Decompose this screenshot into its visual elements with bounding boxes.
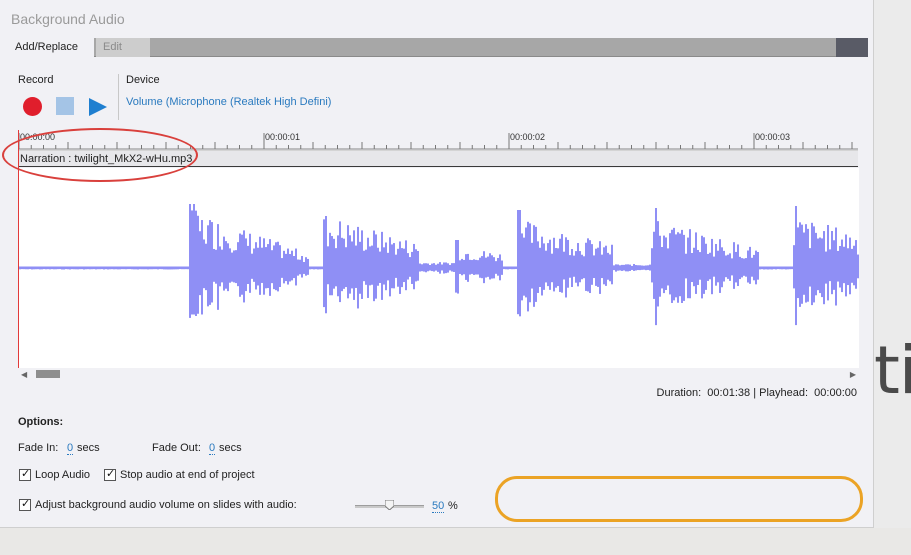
tab-bar: Add/Replace Edit — [8, 38, 868, 58]
adjust-volume-checkbox[interactable]: ✓ — [19, 498, 31, 511]
narration-track-label[interactable]: Narration : twilight_MkX2-wHu.mp3 — [18, 150, 858, 167]
check-icon: ✓ — [106, 468, 116, 480]
tab-bar-end — [836, 38, 868, 57]
volume-slider-thumb[interactable] — [385, 500, 394, 510]
tab-edit[interactable]: Edit — [96, 38, 150, 57]
device-selector-link[interactable]: Volume (Microphone (Realtek High Defini) — [126, 96, 331, 108]
check-icon: ✓ — [21, 498, 31, 510]
loop-audio-checkbox[interactable]: ✓ — [19, 468, 31, 481]
ruler-label-2: 00:00:02 — [510, 132, 545, 142]
background-audio-dialog: Background Audio Add/Replace Edit Record… — [0, 0, 874, 528]
fade-in-value[interactable]: 0 — [67, 442, 74, 455]
scroll-right-icon[interactable]: ▶ — [850, 370, 856, 379]
fade-out-value[interactable]: 0 — [209, 442, 216, 455]
tab-add-replace[interactable]: Add/Replace — [8, 38, 94, 58]
playhead-value: 00:00:00 — [814, 387, 857, 399]
background-slide-area — [874, 0, 911, 555]
audio-waveform[interactable] — [18, 168, 859, 368]
playhead-label: Playhead: — [759, 387, 809, 399]
volume-value[interactable]: 50 — [432, 500, 445, 513]
background-slide-text: ti — [874, 332, 911, 409]
fade-in-unit: secs — [77, 442, 100, 454]
play-icon[interactable] — [88, 97, 108, 117]
loop-audio-label: Loop Audio — [35, 469, 91, 481]
device-label: Device — [126, 74, 160, 86]
check-icon: ✓ — [21, 468, 31, 480]
status-separator: | — [753, 387, 757, 399]
stop-icon[interactable] — [56, 97, 74, 115]
stop-audio-checkbox[interactable]: ✓ — [104, 468, 116, 481]
scrollbar-thumb[interactable] — [36, 370, 60, 378]
timeline-ruler[interactable]: 00:00:00 00:00:01 00:00:02 00:00:03 — [18, 130, 858, 150]
record-label: Record — [18, 74, 54, 86]
volume-unit: % — [448, 500, 458, 512]
adjust-volume-label: Adjust background audio volume on slides… — [35, 499, 297, 511]
fade-out-unit: secs — [219, 442, 242, 454]
scroll-left-icon[interactable]: ◀ — [21, 370, 27, 379]
options-heading: Options: — [18, 416, 64, 428]
timeline-status: Duration: 00:01:38 | Playhead: 00:00:00 — [657, 387, 857, 399]
stop-audio-label: Stop audio at end of project — [120, 469, 255, 481]
duration-label: Duration: — [656, 387, 702, 399]
dialog-title: Background Audio — [11, 11, 125, 27]
record-icon[interactable] — [23, 97, 42, 116]
duration-value: 00:01:38 — [707, 387, 751, 399]
ruler-label-3: 00:00:03 — [755, 132, 790, 142]
fade-in-label: Fade In: — [18, 442, 59, 454]
record-device-divider — [118, 74, 119, 120]
ruler-label-0: 00:00:00 — [20, 132, 55, 142]
ruler-label-1: 00:00:01 — [265, 132, 300, 142]
playhead-marker[interactable] — [18, 130, 19, 368]
background-bottom-strip — [0, 528, 911, 555]
timeline-scrollbar[interactable]: ◀ ▶ — [18, 368, 858, 382]
fade-out-label: Fade Out: — [152, 442, 201, 454]
